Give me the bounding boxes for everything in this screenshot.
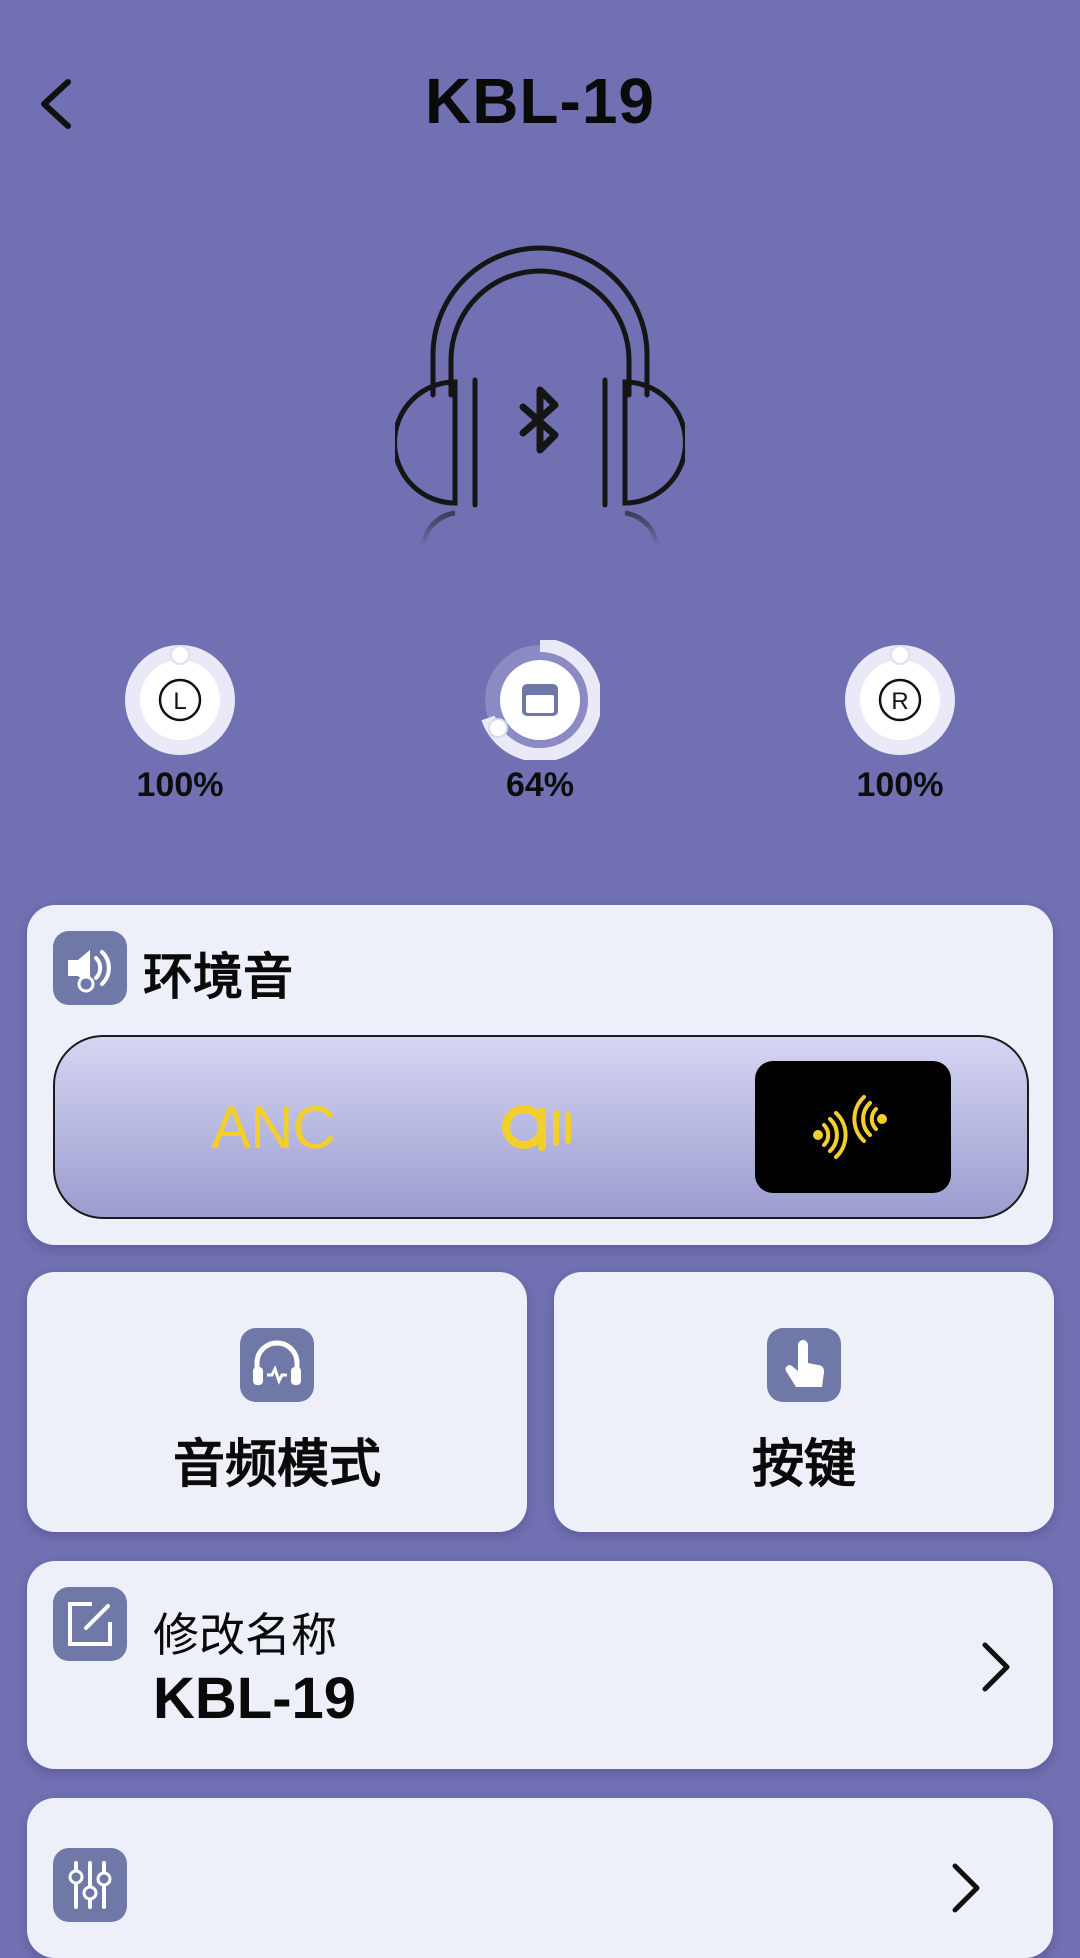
device-name-value: KBL-19 [153,1666,357,1731]
equalizer-card[interactable] [27,1798,1053,1958]
ambient-mode-selector: ANC [53,1035,1029,1219]
mode-anc-label: ANC [211,1093,336,1161]
rename-label: 修改名称 [153,1609,337,1661]
transparency-icon [813,1095,887,1159]
mode-aware-button[interactable] [445,1061,641,1193]
chevron-right-icon [952,1863,980,1913]
earbud-left-icon: L [125,645,235,755]
battery-left-letter: L [173,688,186,715]
chevron-right-icon [982,1642,1010,1692]
page-title: KBL-19 [424,65,656,137]
battery-left-percent: 100% [136,766,224,804]
audio-mode-tile[interactable]: 音频模式 [27,1272,527,1532]
ambient-aware-icon [502,1105,571,1151]
battery-case-percent: 64% [505,766,575,804]
battery-left: L 100% [105,640,255,805]
equalizer-sliders-icon [53,1848,127,1922]
earbud-right-icon: R [845,645,955,755]
battery-right-percent: 100% [856,766,944,804]
mode-transparency-button[interactable] [755,1061,951,1193]
ambient-sound-icon [53,931,127,1005]
mode-anc-button[interactable]: ANC [175,1061,371,1193]
touch-hand-icon [767,1328,841,1402]
keys-label: 按键 [751,1436,856,1494]
audio-mode-label: 音频模式 [172,1436,381,1494]
edit-icon [53,1587,127,1661]
battery-right-letter: R [891,688,908,715]
ambient-sound-card: 环境音 ANC [27,905,1053,1245]
charging-case-icon [481,638,602,762]
battery-right: R 100% [825,640,975,805]
battery-case: 64% [465,638,615,805]
keys-tile[interactable]: 按键 [554,1272,1054,1532]
headphones-bluetooth-illustration [395,245,685,560]
ambient-sound-title: 环境音 [143,949,293,1005]
headphone-wave-icon [240,1328,314,1402]
rename-card[interactable]: 修改名称 KBL-19 [27,1561,1053,1769]
